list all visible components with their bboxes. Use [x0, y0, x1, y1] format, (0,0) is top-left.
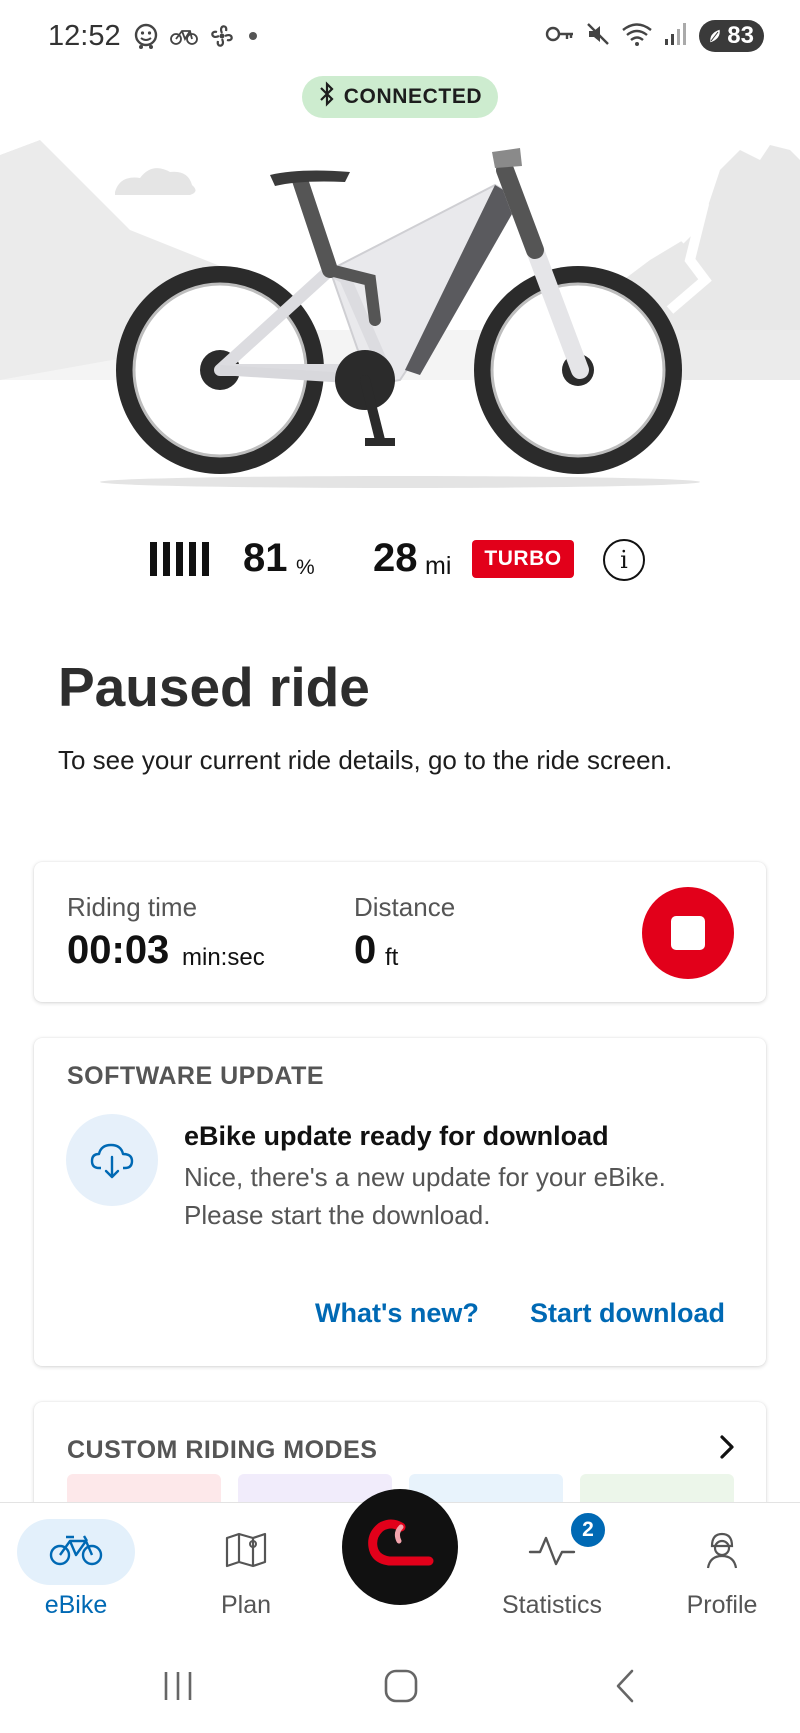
- whats-new-link[interactable]: What's new?: [315, 1298, 479, 1329]
- nav-profile-label: Profile: [686, 1591, 758, 1619]
- bottom-navigation: eBike Plan Statistics 2 Profile: [0, 1489, 800, 1638]
- cloud: [115, 168, 196, 195]
- riding-time-unit: min:sec: [182, 944, 265, 971]
- info-icon[interactable]: i: [603, 539, 645, 581]
- wifi-icon: [621, 21, 653, 52]
- software-update-card: SOFTWARE UPDATE eBike update ready for d…: [34, 1038, 766, 1366]
- battery-icon: 83: [699, 20, 764, 52]
- battery-bar: [150, 542, 157, 576]
- chevron-right-icon[interactable]: [716, 1432, 738, 1467]
- bike-stats-row: 81 % 28 mi TURBO i: [0, 530, 800, 590]
- waze-icon: [132, 22, 160, 55]
- connection-status-badge: CONNECTED: [302, 76, 498, 118]
- update-description: Nice, there's a new update for your eBik…: [184, 1162, 666, 1230]
- key-icon: [545, 23, 575, 50]
- battery-bar: [202, 542, 209, 576]
- distance-unit: ft: [385, 944, 399, 971]
- software-update-heading: SOFTWARE UPDATE: [67, 1062, 325, 1090]
- status-time: 12:52: [48, 20, 121, 52]
- recents-icon[interactable]: [160, 1670, 196, 1707]
- distance-label: Distance: [354, 892, 456, 922]
- activity-icon: [528, 1532, 576, 1573]
- bluetooth-icon: [318, 81, 336, 113]
- battery-bar: [163, 542, 170, 576]
- system-navigation-bar: [0, 1638, 800, 1733]
- bike-icon: [170, 26, 198, 51]
- bike-hero-image: [0, 130, 800, 500]
- nav-ebike[interactable]: eBike: [1, 1519, 151, 1629]
- signal-icon: [663, 21, 689, 52]
- stop-ride-button[interactable]: [642, 887, 734, 979]
- range-unit: mi: [425, 552, 452, 580]
- status-bar: 12:52 83: [0, 0, 800, 76]
- stop-icon: [671, 916, 705, 950]
- nav-plan-label: Plan: [220, 1591, 272, 1619]
- paused-ride-title: Paused ride: [58, 656, 370, 718]
- nav-ebike-label: eBike: [44, 1591, 108, 1619]
- back-icon[interactable]: [612, 1668, 638, 1709]
- battery-unit: %: [296, 556, 315, 579]
- assist-mode-badge: TURBO: [472, 540, 574, 578]
- connection-label: CONNECTED: [343, 85, 483, 108]
- start-download-button[interactable]: Start download: [530, 1298, 725, 1329]
- nav-statistics-label: Statistics: [501, 1591, 603, 1619]
- battery-bar: [176, 542, 183, 576]
- riding-time-label: Riding time: [67, 892, 198, 922]
- nav-plan[interactable]: Plan: [171, 1519, 321, 1629]
- person-icon: [704, 1530, 740, 1575]
- saddle: [270, 170, 350, 186]
- battery-bar: [189, 542, 196, 576]
- battery-value: 81: [243, 536, 288, 580]
- map-icon: [224, 1530, 268, 1575]
- range-value: 28: [373, 536, 418, 580]
- riding-time-value: 00:03: [67, 928, 170, 972]
- distance-value: 0: [354, 928, 377, 972]
- bike-icon: [49, 1533, 103, 1572]
- statistics-notification-badge: 2: [569, 1511, 607, 1549]
- mute-icon: [585, 21, 611, 52]
- ride-summary-card[interactable]: Riding time 00:03 min:sec Distance 0 ft: [34, 862, 766, 1002]
- battery-percent: 83: [727, 22, 754, 49]
- nav-profile[interactable]: Profile: [647, 1519, 797, 1629]
- fan-icon: [208, 22, 236, 55]
- cloud-download-icon: [66, 1114, 158, 1206]
- update-title: eBike update ready for download: [184, 1121, 609, 1151]
- home-icon[interactable]: [383, 1668, 419, 1709]
- start-ride-button[interactable]: [342, 1489, 458, 1605]
- paused-ride-description: To see your current ride details, go to …: [58, 745, 673, 775]
- custom-riding-modes-heading: CUSTOM RIDING MODES: [67, 1436, 378, 1464]
- dot-icon: [246, 29, 260, 48]
- handlebar: [492, 148, 522, 168]
- battery-level-bars: [150, 542, 209, 576]
- brand-logo-icon: [363, 1515, 437, 1580]
